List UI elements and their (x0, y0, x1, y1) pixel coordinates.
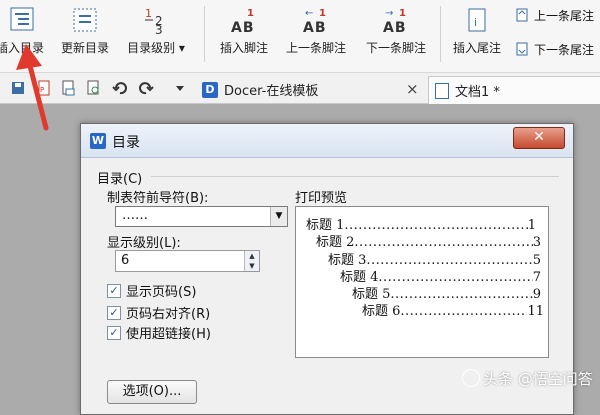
levels-label: 显示级别(L): (107, 236, 181, 251)
print-preview-icon[interactable] (85, 80, 101, 96)
print-icon[interactable] (60, 80, 76, 96)
svg-text:AB: AB (303, 20, 327, 35)
footnote-prev-icon: ← 1 AB (299, 5, 333, 36)
checkmark-icon[interactable]: ✓ (107, 283, 121, 298)
wps-writer-icon: W (90, 133, 106, 149)
update-toc-button[interactable]: 更新目录 (53, 0, 117, 64)
next-footnote-button[interactable]: → 1 AB 下一条脚注 (358, 0, 434, 64)
ribbon-divider (440, 6, 441, 62)
preview-entry-text: 标题 2 (316, 235, 355, 250)
preview-entry-page: 11 (527, 304, 544, 319)
svg-text:P: P (40, 86, 44, 94)
endnote-next-icon (514, 41, 530, 57)
svg-text:1: 1 (399, 8, 406, 19)
tab-docer-label: Docer-在线模板 (224, 84, 319, 99)
chevron-down-icon[interactable] (172, 80, 188, 96)
leader-dots (400, 304, 527, 319)
preview-entry: 标题 2 3 (316, 231, 541, 250)
toc-update-icon (68, 5, 102, 35)
levels-value: 6 (121, 253, 130, 268)
tab-document[interactable]: 文档1 * (428, 76, 600, 104)
next-endnote-button[interactable]: 下一条尾注 (514, 38, 594, 60)
redo-icon[interactable] (138, 80, 154, 96)
insert-endnote-label: 插入尾注 (452, 41, 501, 55)
preview-entry-text: 标题 6 (362, 304, 401, 319)
watermark: 头条 @悟空问答 (462, 368, 593, 389)
insert-toc-button[interactable]: 插入目录 (0, 0, 50, 64)
dialog-title: 目录 (112, 135, 140, 151)
toc-group-caption: 目录(C) (97, 172, 143, 187)
leader-label: 制表符前导符(B): (107, 191, 209, 206)
update-toc-label: 更新目录 (60, 41, 109, 55)
docer-icon: D (202, 81, 218, 98)
dialog-close-button[interactable]: ✕ (513, 127, 565, 149)
svg-text:1: 1 (247, 8, 254, 19)
svg-text:1: 1 (319, 8, 326, 19)
tab-document-label: 文档1 * (455, 85, 500, 100)
show-page-numbers-checkbox[interactable]: ✓ 显示页码(S) (107, 281, 196, 300)
toc-level-icon: 123 (139, 5, 173, 37)
leader-dots (354, 235, 532, 250)
insert-footnote-button[interactable]: 1 AB 插入脚注 (212, 0, 276, 64)
use-hyperlinks-checkbox[interactable]: ✓ 使用超链接(H) (107, 323, 211, 342)
svg-text:1: 1 (145, 7, 152, 20)
levels-stepper[interactable]: 6 ▲ ▼ (115, 250, 260, 272)
insert-toc-label: 插入目录 (0, 41, 44, 55)
ribbon-toolbar: 插入目录 更新目录 123 目录级别 ▾ 1 AB 插入脚注 ← 1 AB 上一条脚注… (0, 0, 600, 73)
endnote-prev-icon (514, 7, 530, 23)
toc-insert-icon (3, 5, 37, 35)
undo-icon[interactable] (112, 80, 128, 96)
tab-docer[interactable]: D Docer-在线模板 × (196, 76, 428, 103)
preview-entry: 标题 6 11 (362, 300, 544, 319)
prev-endnote-label: 上一条尾注 (534, 8, 595, 23)
save-icon[interactable] (10, 80, 26, 96)
footnote-next-icon: → 1 AB (379, 5, 413, 36)
next-endnote-label: 下一条尾注 (534, 42, 595, 57)
dialog-titlebar[interactable]: W 目录 ✕ (81, 124, 573, 158)
leader-value: …… (122, 208, 148, 223)
svg-text:→: → (385, 8, 393, 19)
prev-endnote-button[interactable]: 上一条尾注 (514, 4, 594, 26)
preview-entry-page: 3 (532, 235, 541, 250)
show-page-numbers-label: 显示页码(S) (126, 285, 197, 300)
insert-endnote-button[interactable]: i 插入尾注 (444, 0, 510, 64)
checkmark-icon[interactable]: ✓ (107, 305, 121, 320)
next-footnote-label: 下一条脚注 (365, 41, 426, 55)
svg-text:3: 3 (155, 23, 163, 35)
checkmark-icon[interactable]: ✓ (107, 325, 121, 340)
options-button[interactable]: 选项(O)... (107, 380, 197, 404)
group-divider (151, 176, 559, 177)
document-icon (435, 82, 449, 99)
watermark-text: 头条 @悟空问答 (483, 370, 593, 388)
svg-text:i: i (474, 16, 477, 29)
chevron-down-icon[interactable]: ▼ (270, 207, 287, 226)
close-icon[interactable]: × (406, 80, 419, 98)
ribbon-divider (204, 6, 205, 62)
svg-text:AB: AB (383, 20, 407, 35)
right-align-page-numbers-checkbox[interactable]: ✓ 页码右对齐(R) (107, 303, 210, 322)
print-preview-pane: 标题 11 标题 23 标题 35 标题 47 标题 59 标题 611 (295, 206, 549, 358)
insert-footnote-label: 插入脚注 (219, 41, 268, 55)
toc-level-label: 目录级别 ▾ (127, 41, 185, 55)
endnote-insert-icon: i (460, 5, 494, 35)
right-align-label: 页码右对齐(R) (126, 307, 211, 322)
footnote-insert-icon: 1 AB (227, 5, 261, 36)
spin-arrows-icon[interactable]: ▲ ▼ (244, 251, 259, 271)
use-hyperlinks-label: 使用超链接(H) (126, 327, 211, 342)
svg-text:AB: AB (231, 20, 255, 35)
toc-level-button[interactable]: 123 目录级别 ▾ (120, 0, 192, 64)
leader-select[interactable]: …… ▼ (115, 206, 288, 227)
svg-text:←: ← (305, 8, 313, 19)
prev-footnote-label: 上一条脚注 (285, 41, 346, 55)
export-pdf-icon[interactable]: P (36, 80, 52, 96)
prev-footnote-button[interactable]: ← 1 AB 上一条脚注 (278, 0, 354, 64)
print-preview-label: 打印预览 (295, 191, 348, 206)
watermark-logo-icon (462, 369, 480, 387)
